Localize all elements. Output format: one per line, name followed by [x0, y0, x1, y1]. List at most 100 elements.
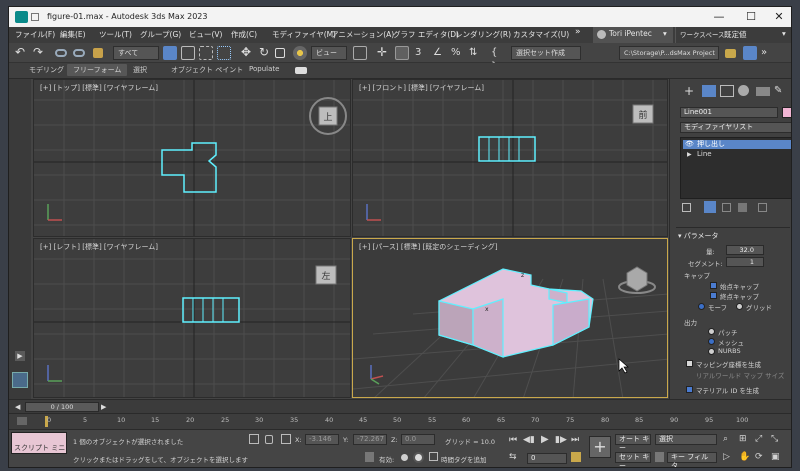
track-bar[interactable]: 0 5 10 15 20 25 30 35 40 45 50 55 60 65 … — [9, 413, 791, 429]
select-by-name-icon[interactable] — [181, 46, 195, 60]
orbit-icon[interactable]: ⟳ — [755, 452, 763, 462]
set-key-button[interactable]: セット キー — [615, 452, 651, 467]
select-manipulate-icon[interactable]: ✛ — [375, 46, 389, 60]
patch-radio[interactable] — [708, 328, 715, 335]
set-key-big-button[interactable]: + — [589, 436, 611, 458]
go-to-end-icon[interactable]: ⏭ — [571, 435, 579, 445]
key-selection-dropdown[interactable]: 選択 — [655, 434, 717, 445]
menu-edit[interactable]: 編集(E) — [60, 29, 86, 40]
object-color-swatch[interactable] — [782, 107, 791, 118]
current-frame-field[interactable]: 0 — [527, 453, 567, 464]
rollout-parameters-header[interactable]: ▾ パラメータ — [678, 231, 719, 241]
menu-customize[interactable]: カスタマイズ(U) — [513, 29, 569, 40]
bind-spacewarp-icon[interactable] — [93, 48, 103, 58]
menu-group[interactable]: グループ(G) — [140, 29, 181, 40]
undo-icon[interactable]: ↶ — [15, 46, 29, 60]
menu-animation[interactable]: アニメーション(A) — [331, 29, 394, 40]
close-button[interactable]: ✕ — [765, 7, 791, 27]
viewport-label[interactable]: [+] [レフト] [標準] [ワイヤフレーム] — [40, 242, 158, 252]
selection-filter-dropdown[interactable]: すべて — [113, 46, 159, 60]
menu-tools[interactable]: ツール(T) — [99, 29, 132, 40]
placement-icon[interactable] — [293, 46, 307, 60]
pivot-center-icon[interactable] — [353, 46, 367, 60]
viewport-label[interactable]: [+] [パース] [標準] [既定のシェーディング] — [359, 242, 498, 252]
amount-spinner[interactable]: 32.0 — [726, 245, 764, 255]
next-frame-arrow-icon[interactable]: ▶ — [101, 403, 106, 411]
maximize-button[interactable]: ☐ — [737, 7, 765, 27]
modifier-list-dropdown[interactable]: モディファイヤリスト — [680, 122, 791, 133]
prev-key-icon[interactable]: ◀▮ — [523, 435, 535, 445]
move-icon[interactable]: ✥ — [239, 46, 253, 60]
edit-named-sel-icon[interactable]: { } — [491, 46, 505, 72]
viewport-layout-icon[interactable] — [12, 372, 28, 388]
menu-overflow[interactable]: » — [575, 27, 581, 37]
track-bar-key-icon[interactable] — [17, 417, 27, 425]
menu-view[interactable]: ビュー(V) — [189, 29, 222, 40]
make-unique-icon[interactable] — [722, 203, 731, 212]
spinner-snap-icon[interactable]: ⇅ — [469, 46, 483, 60]
remove-modifier-icon[interactable] — [738, 203, 747, 212]
grid-radio[interactable] — [736, 303, 743, 310]
cap-end-checkbox[interactable] — [710, 292, 717, 299]
isolate-selection-icon[interactable] — [249, 434, 259, 444]
gen-mapping-checkbox[interactable] — [686, 360, 693, 367]
nurbs-radio[interactable] — [708, 348, 715, 355]
zoom-extents-all-icon[interactable]: ⤡ — [771, 434, 778, 444]
stack-item-line[interactable]: ▶ Line — [683, 150, 791, 159]
window-crossing-icon[interactable] — [217, 46, 231, 60]
configure-sets-icon[interactable] — [758, 203, 767, 212]
ribbon-toggle-icon[interactable] — [295, 67, 307, 74]
expand-arrow-icon[interactable]: ▶ — [15, 351, 25, 361]
segments-spinner[interactable]: 1 — [726, 257, 764, 267]
adaptive-degradation-icon[interactable] — [413, 452, 424, 463]
project-path-dropdown[interactable]: C:\Storage\P...dsMax Project — [619, 46, 719, 60]
lock-icon[interactable] — [265, 435, 273, 444]
z-coord-field[interactable]: 0.0 — [401, 434, 435, 445]
select-object-icon[interactable] — [163, 46, 177, 60]
create-tab-icon[interactable]: + — [684, 85, 698, 97]
pin-stack-icon[interactable] — [682, 203, 691, 212]
eye-icon[interactable]: 👁 — [685, 140, 694, 149]
reference-coord-dropdown[interactable]: ビュー — [311, 46, 347, 60]
show-end-result-icon[interactable] — [704, 201, 716, 213]
ribbon-tab-selection[interactable]: 選択 — [133, 65, 147, 75]
key-mode-icon[interactable]: ⇆ — [509, 452, 517, 462]
user-account-button[interactable]: Tori iPentec ▾ — [593, 27, 673, 43]
minimize-button[interactable]: — — [705, 7, 733, 27]
pan-icon[interactable]: ✋ — [739, 452, 750, 462]
menu-graph-editors[interactable]: グラフ エディタ(D) — [393, 29, 459, 40]
redo-icon[interactable]: ↷ — [33, 46, 47, 60]
add-time-tag-label[interactable]: 時間タグを追加 — [441, 454, 487, 464]
angle-snap-icon[interactable]: ∠ — [433, 46, 447, 60]
keyboard-shortcut-icon[interactable] — [395, 46, 409, 60]
prev-frame-arrow-icon[interactable]: ◀ — [15, 403, 20, 411]
expand-icon[interactable]: ▶ — [687, 150, 692, 159]
viewport-left[interactable]: 左 [+] [レフト] [標準] [ワイヤフレーム] — [33, 238, 351, 398]
zoom-extents-icon[interactable]: ⤢ — [755, 434, 762, 444]
snaps-toggle-icon[interactable]: 3 — [415, 46, 429, 60]
percent-snap-icon[interactable]: % — [451, 46, 465, 60]
menu-modifiers[interactable]: モディファイヤ(M) — [272, 29, 336, 40]
time-config-icon[interactable] — [571, 452, 581, 462]
y-coord-field[interactable]: -72.267 — [353, 434, 387, 445]
viewport-front[interactable]: 前 [+] [フロント] [標準] [ワイヤフレーム] — [352, 79, 668, 237]
time-tag-icon[interactable] — [429, 452, 438, 461]
fov-icon[interactable]: ▷ — [723, 452, 730, 462]
menu-rendering[interactable]: レンダリング(R) — [455, 29, 511, 40]
rect-region-icon[interactable] — [199, 46, 213, 60]
object-name-field[interactable]: Line001 — [680, 107, 778, 118]
hierarchy-tab-icon[interactable] — [720, 85, 734, 97]
x-coord-field[interactable]: -3.146 — [305, 434, 339, 445]
zoom-all-icon[interactable]: ⊞ — [739, 434, 747, 444]
ribbon-tab-modeling[interactable]: モデリング — [29, 65, 64, 75]
next-key-icon[interactable]: ▮▶ — [555, 435, 567, 445]
key-filters-icon[interactable] — [655, 452, 664, 462]
gen-material-id-checkbox[interactable] — [686, 386, 693, 393]
viewport-label[interactable]: [+] [フロント] [標準] [ワイヤフレーム] — [359, 83, 484, 93]
unlink-icon[interactable] — [73, 49, 85, 57]
utilities-tab-icon[interactable]: ✎ — [774, 85, 788, 97]
motion-tab-icon[interactable] — [738, 85, 749, 96]
auto-key-button[interactable]: オート キー — [615, 434, 651, 452]
workspace-selector[interactable]: ワークスペース: 既定値 ▾ — [675, 27, 791, 43]
viewport-perspective[interactable]: z x [+] [パース] [標準] [既定のシェーディング] — [352, 238, 668, 398]
